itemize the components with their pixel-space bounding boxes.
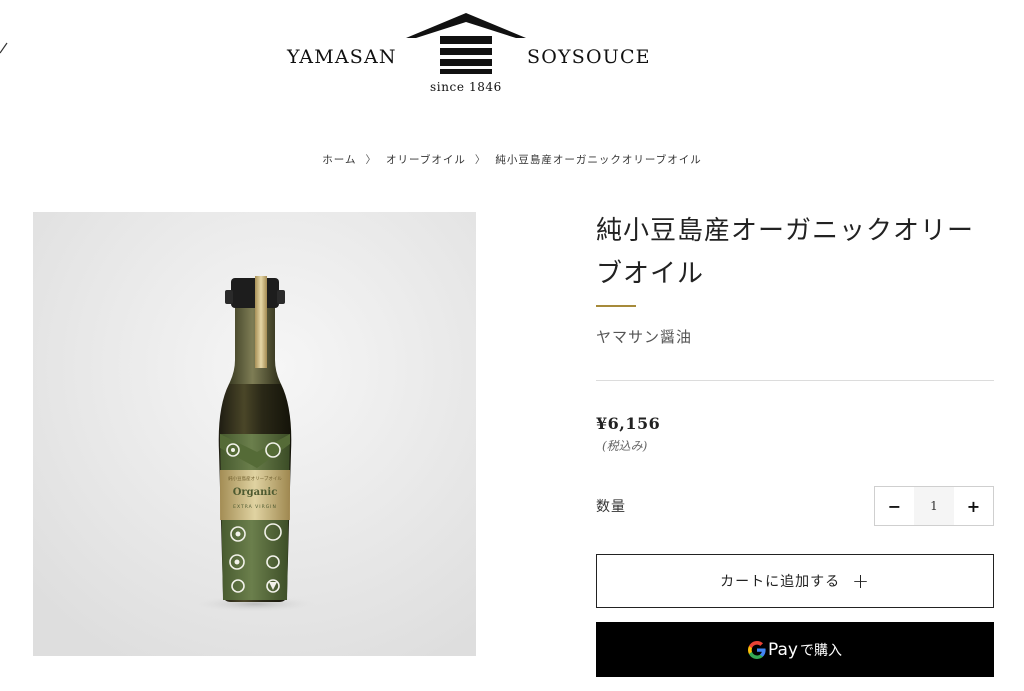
gpay-label: Pay [768, 639, 798, 660]
tax-note: (税込み) [602, 439, 648, 453]
plus-icon: + [852, 569, 870, 593]
breadcrumb-category-link[interactable]: オリーブオイル [386, 154, 466, 166]
quantity-decrease-button[interactable]: − [875, 487, 914, 525]
gpay-buy-label: で購入 [799, 642, 842, 659]
svg-text:純小豆島産オリーブオイル: 純小豆島産オリーブオイル [228, 475, 282, 482]
product-image[interactable]: 純小豆島産オリーブオイル Organic EXTRA VIRGIN [33, 212, 476, 656]
breadcrumb-current: 純小豆島産オーガニックオリーブオイル [495, 154, 702, 166]
google-g-icon [748, 640, 766, 659]
breadcrumb-home-link[interactable]: ホーム [322, 154, 356, 166]
roof-logo-icon [406, 13, 526, 74]
label-organic-text: Organic [233, 487, 278, 498]
google-pay-button[interactable]: Pay で購入 [596, 622, 994, 677]
logo-since: since 1846 [430, 80, 502, 94]
add-to-cart-label: カートに追加する [720, 574, 841, 590]
site-logo[interactable]: YAMASAN SOYSOUCE since 1846 [0, 0, 1024, 110]
section-divider [596, 380, 994, 381]
logo-text-left: YAMASAN [287, 46, 397, 68]
quantity-stepper: − 1 + [874, 486, 994, 526]
quantity-label: 数量 [596, 499, 626, 515]
title-divider [596, 305, 636, 307]
product-vendor: ヤマサン醤油 [596, 328, 693, 346]
add-to-cart-button[interactable]: カートに追加する + [596, 554, 994, 608]
product-price: ¥6,156 [596, 414, 661, 433]
chevron-right-icon: 〉 [474, 154, 487, 166]
chevron-right-icon: 〉 [365, 154, 377, 166]
quantity-input[interactable]: 1 [914, 487, 954, 525]
quantity-increase-button[interactable]: + [954, 487, 993, 525]
logo-text-right: SOYSOUCE [527, 46, 651, 68]
product-title: 純小豆島産オーガニックオリーブオイル [596, 216, 975, 289]
label-grade-text: EXTRA VIRGIN [233, 504, 277, 510]
breadcrumb: ホーム〉オリーブオイル〉純小豆島産オーガニックオリーブオイル [0, 152, 1024, 167]
